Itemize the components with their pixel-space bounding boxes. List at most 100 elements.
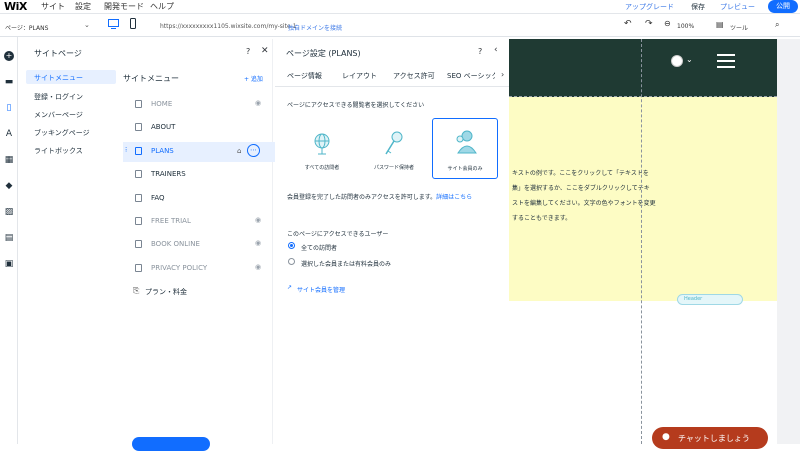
page-label: TRAINERS — [151, 170, 186, 178]
connect-domain-link[interactable]: 独自ドメインを接続 — [288, 23, 342, 32]
white-section[interactable] — [509, 301, 777, 444]
close-icon[interactable]: ✕ — [261, 46, 269, 56]
option-members-only[interactable]: サイト会員のみ — [432, 118, 498, 179]
tab-layout[interactable]: レイアウト — [342, 71, 377, 81]
hidden-eye-icon[interactable]: ◉ — [255, 239, 261, 247]
menu-dev-mode[interactable]: 開発モード — [104, 1, 144, 12]
page-icon — [135, 240, 142, 248]
page-item-faq[interactable]: FAQ — [123, 189, 283, 209]
tab-page-info[interactable]: ページ情報 — [287, 71, 322, 81]
hidden-eye-icon[interactable]: ◉ — [255, 263, 261, 271]
page-item-book-online[interactable]: BOOK ONLINE ◉ — [123, 235, 283, 255]
members-icon — [456, 130, 477, 154]
mobile-view-icon[interactable] — [130, 18, 136, 29]
radio-all-visitors-label[interactable]: 全ての訪問者 — [301, 243, 337, 252]
settings-title: ページ設定 (PLANS) — [286, 49, 361, 58]
drag-handle-icon[interactable]: ⁝ — [125, 146, 127, 154]
canvas-text-line-2[interactable]: 集」を選択するか、ここをダブルクリックしてテキ — [512, 183, 650, 192]
page-item-plans[interactable]: ⁝ PLANS ⌂ ⋯ — [123, 142, 283, 162]
tabs-next-icon[interactable]: › — [501, 70, 504, 79]
page-label: PRIVACY POLICY — [151, 264, 208, 272]
option-password[interactable]: パスワード保持者 — [361, 118, 427, 179]
radio-selected-members-label[interactable]: 選択した会員または有料会員のみ — [301, 259, 391, 268]
radio-all-visitors[interactable] — [288, 242, 295, 249]
left-menu-site-menu[interactable]: サイトメニュー — [34, 73, 83, 83]
option-all-visitors[interactable]: すべての訪問者 — [289, 118, 355, 179]
zoom-level[interactable]: 100% — [677, 23, 694, 30]
search-icon[interactable]: ⌕ — [775, 20, 779, 30]
editor-sub-bar: ページ：PLANS ⌄ https://xxxxxxxxx1105.wixsit… — [0, 15, 800, 37]
add-page-button[interactable]: + 追加 — [244, 74, 263, 83]
tab-permissions[interactable]: アクセス許可 — [393, 71, 435, 81]
save-button[interactable]: 保存 — [691, 2, 705, 12]
page-item-trainers[interactable]: TRAINERS — [123, 165, 283, 185]
back-chevron-icon[interactable]: ‹ — [494, 45, 498, 55]
chat-button[interactable]: ● チャットしましょう — [652, 427, 768, 449]
members-note-text: 会員登録を完了した訪問者のみアクセスを許可します。 — [287, 194, 437, 201]
left-menu-booking-pages[interactable]: ブッキングページ — [34, 128, 90, 138]
hidden-eye-icon[interactable]: ◉ — [255, 216, 261, 224]
avatar[interactable] — [671, 55, 683, 67]
page-icon — [135, 194, 142, 202]
menu-help[interactable]: ヘルプ — [150, 1, 174, 12]
left-menu-member-pages[interactable]: メンバーページ — [34, 110, 83, 120]
chevron-down-icon[interactable]: ⌄ — [84, 21, 90, 29]
preview-button[interactable]: プレビュー — [720, 2, 755, 12]
media-icon[interactable]: ▨ — [4, 207, 14, 217]
tools-icon[interactable]: ▤ — [716, 20, 724, 29]
content-section[interactable]: キストの例です。ここをクリックして「テキストを 集」を選択するか、ここをダブルク… — [509, 97, 777, 301]
page-label: BOOK ONLINE — [151, 240, 200, 248]
hamburger-menu-icon[interactable] — [717, 54, 735, 68]
page-selector[interactable]: ページ：PLANS — [5, 23, 48, 32]
apps-icon[interactable]: ▦ — [4, 155, 14, 165]
more-actions-icon[interactable]: ⋯ — [247, 144, 260, 157]
globe-icon — [314, 133, 330, 155]
business-icon[interactable]: ◆ — [4, 181, 14, 191]
page-item-privacy-policy[interactable]: PRIVACY POLICY ◉ — [123, 259, 283, 279]
details-link[interactable]: 詳細はこちら — [436, 194, 472, 201]
add-section-icon[interactable]: ▬ — [4, 77, 14, 87]
site-url: https://xxxxxxxxx1105.wixsite.com/my-sit… — [160, 23, 297, 30]
pages-icon[interactable]: ▯ — [4, 103, 14, 113]
chevron-down-icon[interactable]: ⌄ — [686, 55, 693, 64]
home-icon[interactable]: ⌂ — [237, 147, 241, 155]
redo-icon[interactable]: ↷ — [645, 19, 653, 29]
radio-selected-members[interactable] — [288, 258, 295, 265]
portfolio-icon[interactable]: ▣ — [4, 259, 14, 269]
page-icon — [135, 100, 142, 108]
external-link-icon[interactable]: ↗ — [287, 284, 292, 291]
add-elements-icon[interactable]: + — [4, 51, 14, 61]
undo-icon[interactable]: ↶ — [624, 19, 632, 29]
left-menu-lightboxes[interactable]: ライトボックス — [34, 146, 83, 156]
strip-tag-label: Header — [684, 296, 703, 302]
canvas-text-line-4[interactable]: することもできます。 — [512, 213, 571, 222]
site-header-preview[interactable]: ⌄ — [509, 39, 777, 97]
wix-logo[interactable]: WiX — [4, 0, 27, 13]
tools-button[interactable]: ツール — [730, 23, 748, 32]
canvas-text-line-1[interactable]: キストの例です。ここをクリックして「テキストを — [512, 168, 649, 177]
desktop-view-icon[interactable] — [108, 19, 119, 29]
page-item-plans-pricing[interactable]: ⎘ プラン・料金 — [123, 282, 283, 302]
help-icon[interactable]: ? — [246, 47, 250, 56]
page-label: PLANS — [151, 147, 174, 155]
page-item-free-trial[interactable]: FREE TRIAL ◉ — [123, 212, 283, 232]
menu-settings[interactable]: 設定 — [75, 1, 91, 12]
page-icon — [135, 217, 142, 225]
cms-icon[interactable]: ▤ — [4, 233, 14, 243]
page-item-home[interactable]: HOME ◉ — [123, 95, 283, 115]
help-icon[interactable]: ? — [478, 47, 482, 56]
zoom-icon[interactable]: ⊖ — [664, 19, 671, 28]
menu-site[interactable]: サイト — [41, 1, 65, 12]
chat-bubble-icon: ● — [662, 432, 670, 442]
publish-button[interactable]: 公開 — [768, 0, 798, 13]
canvas-text-line-3[interactable]: ストを編集してください。文字の色やフォントを変更 — [512, 198, 656, 207]
section-strip-tag[interactable]: Header — [677, 294, 743, 305]
upgrade-link[interactable]: アップグレード — [625, 2, 674, 12]
tab-seo-basics[interactable]: SEO ベーシック — [447, 71, 495, 81]
design-icon[interactable]: A — [4, 129, 14, 139]
manage-members-link[interactable]: サイト会員を管理 — [297, 285, 345, 294]
hidden-eye-icon[interactable]: ◉ — [255, 99, 261, 107]
page-item-about[interactable]: ABOUT — [123, 118, 283, 138]
bottom-action-button[interactable] — [132, 437, 210, 451]
left-menu-signup-login[interactable]: 登録・ログイン — [34, 92, 83, 102]
